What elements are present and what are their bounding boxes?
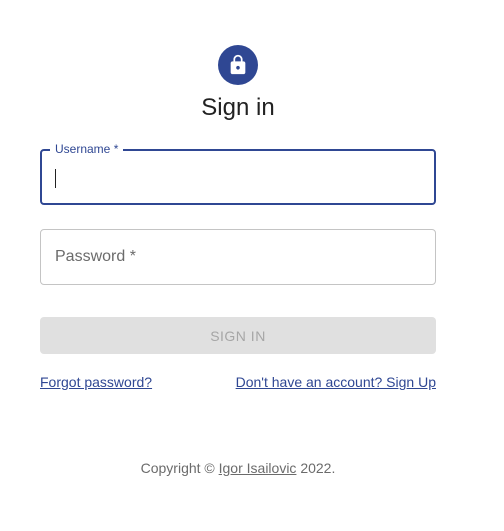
author-link[interactable]: Igor Isailovic (219, 460, 297, 476)
password-label: Password * (55, 248, 136, 265)
text-caret (55, 169, 56, 188)
sign-in-button[interactable]: SIGN IN (40, 317, 436, 354)
username-field[interactable]: Username * (40, 142, 436, 205)
lock-icon (230, 54, 246, 75)
password-field[interactable]: Password * (40, 229, 436, 285)
copyright-text: Copyright © Igor Isailovic 2022. (0, 460, 476, 476)
copyright-prefix: Copyright © (140, 460, 219, 476)
copyright-suffix: 2022. (296, 460, 336, 476)
forgot-password-link[interactable]: Forgot password? (40, 374, 152, 390)
lock-avatar (218, 45, 258, 85)
page-title: Sign in (201, 94, 275, 121)
sign-up-link[interactable]: Don't have an account? Sign Up (236, 374, 436, 390)
sign-in-page: Sign in Username * Password * SIGN IN Fo… (0, 0, 504, 531)
username-label: Username * (50, 142, 124, 156)
